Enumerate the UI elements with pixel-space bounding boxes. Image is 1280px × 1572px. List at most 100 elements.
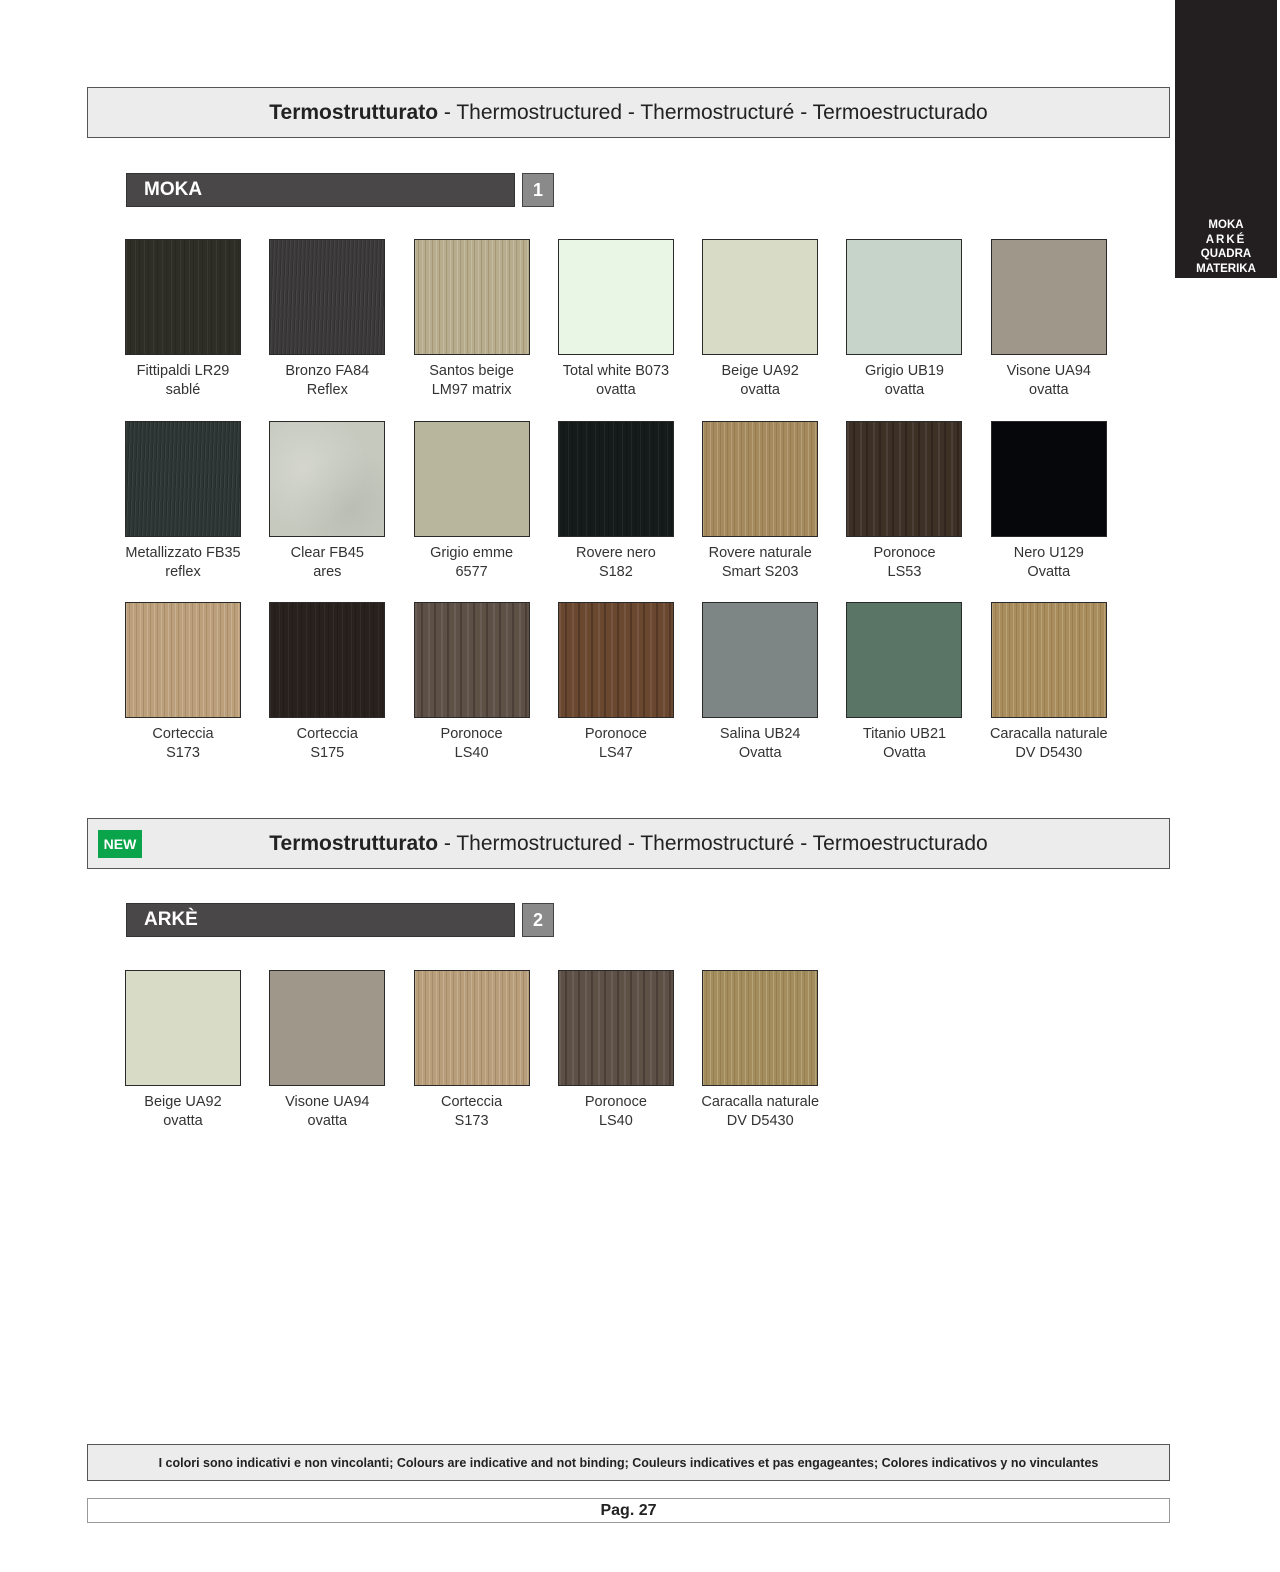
swatch-name: Salina UB24: [719, 726, 801, 742]
swatch-label: Grigio UB19 ovatta: [865, 362, 944, 400]
color-swatch: [557, 602, 674, 718]
swatch-card: Metallizzato FB35 reflex: [108, 420, 258, 603]
color-swatch: [125, 239, 241, 355]
color-swatch: [846, 420, 963, 537]
swatch-name: Bronzo FA84: [285, 363, 370, 379]
swatch-finish: LS40: [454, 745, 489, 761]
new-badge: NEW: [98, 830, 142, 858]
color-swatch: [846, 239, 963, 355]
color-swatch: [413, 239, 530, 355]
swatch-finish: LS40: [598, 1113, 633, 1129]
swatch-name: Poronoce: [873, 544, 936, 561]
side-index-item-arke[interactable]: ARKÉ: [1206, 233, 1247, 248]
swatch-finish: ovatta: [884, 382, 925, 398]
swatch-card: Bronzo FA84 Reflex: [252, 239, 402, 421]
color-swatch: [702, 970, 819, 1086]
color-swatch: [557, 420, 674, 537]
swatch-label: Poronoce LS53: [873, 544, 935, 582]
swatch-card: Corteccia S173: [108, 602, 258, 784]
swatch-finish: LM97 matrix: [431, 382, 512, 398]
swatch-card: Grigio UB19 ovatta: [829, 239, 979, 421]
swatch-label: Corteccia S175: [297, 725, 358, 763]
swatch-finish: LS53: [887, 563, 922, 580]
swatch-name: Metallizzato FB35: [125, 544, 241, 561]
series-number: 2: [532, 909, 543, 930]
series-number: 1: [532, 179, 543, 200]
color-swatch: [990, 420, 1107, 537]
side-index-item-materika[interactable]: MATERIKA: [1196, 262, 1256, 277]
swatch-card: Clear FB45 ares: [252, 420, 402, 603]
swatch-card: Corteccia S175: [252, 602, 402, 784]
swatch-finish: DV D5430: [726, 1113, 794, 1129]
swatch-label: Salina UB24 Ovatta: [720, 725, 801, 763]
swatch-grid-moka: Fittipaldi LR29 sablé Bronzo FA84 Reflex San…: [108, 239, 1118, 784]
swatch-label: Poronoce LS40: [585, 1093, 647, 1131]
color-swatch: [413, 970, 530, 1086]
swatch-name: Total white B073: [562, 363, 670, 379]
side-index-item-quadra[interactable]: QUADRA: [1201, 247, 1251, 262]
swatch-finish: Ovatta: [1027, 563, 1071, 580]
color-swatch: [990, 239, 1107, 355]
color-swatch: [269, 970, 386, 1086]
page-number-box: Pag. 27: [87, 1498, 1170, 1523]
color-swatch: [413, 602, 530, 718]
swatch-name: Poronoce: [440, 726, 503, 742]
swatch-label: Metallizzato FB35 reflex: [125, 544, 240, 582]
swatch-finish: Ovatta: [738, 745, 782, 761]
swatch-card: Fittipaldi LR29 sablé: [108, 239, 258, 421]
swatch-name: Visone UA94: [285, 1094, 370, 1110]
color-swatch: [557, 970, 674, 1086]
swatch-name: Corteccia: [296, 726, 358, 742]
swatch-name: Visone UA94: [1006, 363, 1091, 379]
swatch-label: Santos beige LM97 matrix: [429, 362, 514, 400]
swatch-card: Visone UA94 ovatta: [974, 239, 1124, 421]
swatch-card: Poronoce LS40: [541, 970, 691, 1131]
swatch-label: Clear FB45 ares: [291, 544, 364, 582]
swatch-label: Titanio UB21 Ovatta: [863, 725, 946, 763]
side-index-item-moka[interactable]: MOKA: [1208, 218, 1243, 233]
swatch-name: Beige UA92: [144, 1094, 222, 1110]
swatch-grid-arke: Beige UA92 ovatta Visone UA94 ovatta Cortecc…: [108, 970, 1118, 1131]
swatch-card: Nero U129 Ovatta: [974, 420, 1124, 603]
swatch-name: Corteccia: [440, 1094, 503, 1110]
swatch-card: Salina UB24 Ovatta: [685, 602, 835, 784]
swatch-card: Corteccia S173: [397, 970, 547, 1131]
swatch-card: Visone UA94 ovatta: [252, 970, 402, 1131]
swatch-card: Poronoce LS53: [829, 420, 979, 603]
swatch-card: Titanio UB21 Ovatta: [829, 602, 979, 784]
swatch-finish: Ovatta: [883, 745, 926, 761]
color-swatch: [125, 420, 241, 537]
swatch-label: Bronzo FA84 Reflex: [285, 362, 369, 400]
swatch-finish: Reflex: [306, 382, 348, 398]
swatch-name: Beige UA92: [721, 363, 799, 379]
color-swatch: [702, 420, 819, 537]
swatch-label: Caracalla naturale DV D5430: [701, 1093, 819, 1131]
disclaimer-note: I colori sono indicativi e non vincolant…: [87, 1444, 1170, 1481]
swatch-label: Caracalla naturale DV D5430: [990, 725, 1108, 763]
swatch-card: Caracalla naturale DV D5430: [974, 602, 1124, 784]
swatch-finish: ovatta: [740, 382, 780, 398]
swatch-finish: 6577: [455, 563, 488, 580]
swatch-finish: reflex: [165, 563, 201, 580]
swatch-card: Poronoce LS40: [397, 602, 547, 784]
swatch-finish: sablé: [165, 382, 201, 398]
swatch-label: Beige UA92 ovatta: [144, 1093, 221, 1131]
color-swatch: [702, 602, 819, 718]
swatch-finish: ovatta: [1029, 382, 1069, 398]
swatch-finish: ovatta: [307, 1113, 348, 1129]
color-swatch: [125, 602, 241, 718]
side-index-list: MOKA ARKÉ QUADRA MATERIKA: [1175, 218, 1277, 276]
color-swatch: [557, 239, 674, 355]
swatch-name: Poronoce: [584, 726, 647, 742]
color-swatch: [269, 420, 386, 537]
swatch-label: Beige UA92 ovatta: [721, 362, 798, 400]
swatch-card: Rovere nero S182: [541, 420, 691, 603]
swatch-finish: DV D5430: [1015, 745, 1083, 761]
section-title-rest: - Thermostructured - Thermostructuré - T…: [438, 100, 988, 124]
swatch-finish: LS47: [598, 745, 633, 761]
color-swatch: [702, 239, 819, 355]
section-title-rest: - Thermostructured - Thermostructuré - T…: [438, 831, 988, 855]
series-bar-moka: MOKA: [126, 173, 515, 207]
swatch-finish: S173: [454, 1113, 489, 1129]
swatch-name: Grigio emme: [430, 544, 514, 561]
